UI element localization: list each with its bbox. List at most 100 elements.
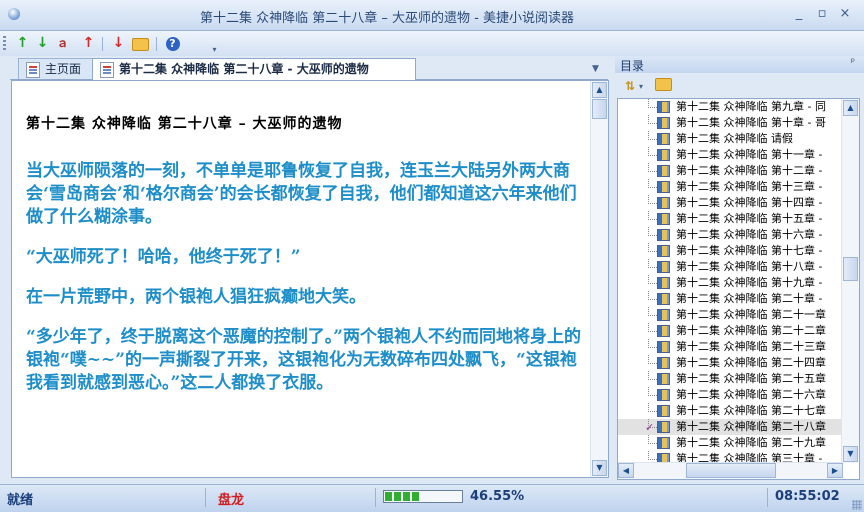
toolbar-grip[interactable] — [3, 36, 6, 52]
toc-item-label: 第十二集 众神降临 第十三章 - — [676, 180, 823, 193]
tree-connector — [648, 387, 657, 396]
help-icon[interactable]: ? — [164, 35, 181, 52]
minimize-button[interactable]: _ — [790, 6, 808, 22]
toc-item[interactable]: 第十二集 众神降临 第十二章 - — [618, 163, 844, 179]
resize-grip[interactable] — [852, 500, 862, 510]
toc-item-label: 第十二集 众神降临 第十章 - 哥 — [676, 116, 826, 129]
tree-connector — [648, 163, 657, 172]
scroll-thumb[interactable] — [592, 99, 607, 119]
reader-scrollbar[interactable]: ▲ ▼ — [590, 81, 608, 477]
scroll-down-arrow-icon[interactable]: ▼ — [843, 446, 858, 462]
toc-items: 第十二集 众神降临 第九章 - 同第十二集 众神降临 第十章 - 哥第十二集 众… — [618, 99, 844, 467]
toc-item[interactable]: 第十二集 众神降临 第二十二章 — [618, 323, 844, 339]
scroll-up-icon[interactable]: ↑ — [80, 35, 97, 52]
tab-chapter[interactable]: 第十二集 众神降临 第二十八章 - 大巫师的遗物 — [92, 58, 416, 81]
scroll-right-arrow-icon[interactable]: ▶ — [827, 463, 843, 478]
toc-item[interactable]: ✓ 第十二集 众神降临 第二十八章 — [618, 419, 844, 435]
toc-item-label: 第十二集 众神降临 第二十八章 — [676, 420, 826, 433]
chapter-book-icon — [657, 341, 670, 353]
toc-horizontal-scrollbar[interactable]: ◀ ▶ — [618, 462, 843, 479]
author-name: 盘龙 — [218, 493, 245, 508]
scroll-thumb[interactable] — [843, 257, 858, 281]
prev-green-down-icon[interactable]: ↓ — [34, 35, 51, 52]
reader-content: 第十二集 众神降临 第二十八章 – 大巫师的遗物 当大巫师陨落的一刻，不单单是耶… — [12, 81, 590, 477]
toolbar-separator — [102, 37, 103, 51]
toc-item[interactable]: 第十二集 众神降临 第十六章 - — [618, 227, 844, 243]
close-button[interactable]: × — [836, 6, 854, 22]
tree-connector — [648, 243, 657, 252]
status-separator — [767, 488, 768, 507]
chapter-book-icon — [657, 117, 670, 129]
toc-scrollbar[interactable]: ▲ ▼ — [841, 99, 859, 463]
paragraph: 在一片荒野中，两个银袍人猖狂疯癫地大笑。 — [26, 287, 366, 307]
scroll-left-arrow-icon[interactable]: ◀ — [618, 463, 634, 478]
toc-item-label: 第十二集 众神降临 第十四章 - — [676, 196, 823, 209]
toc-item[interactable]: 第十二集 众神降临 第二十一章 — [618, 307, 844, 323]
reading-progress-bar — [383, 490, 463, 503]
toc-item[interactable]: 第十二集 众神降临 第十三章 - — [618, 179, 844, 195]
tree-connector — [648, 403, 657, 412]
toc-item[interactable]: 第十二集 众神降临 请假 — [618, 131, 844, 147]
toc-item[interactable]: 第十二集 众神降临 第十四章 - — [618, 195, 844, 211]
maximize-button[interactable]: ▫ — [813, 6, 831, 22]
font-icon[interactable]: ａ — [54, 35, 71, 52]
toc-item[interactable]: 第十二集 众神降临 第二十六章 — [618, 387, 844, 403]
toc-item-label: 第十二集 众神降临 第二十章 - — [676, 292, 823, 305]
clock: 08:55:02 — [775, 489, 840, 504]
toc-item-label: 第十二集 众神降临 第二十三章 — [676, 340, 826, 353]
tree-connector — [648, 275, 657, 284]
pin-icon[interactable]: ᵖ — [851, 57, 855, 68]
tab-list-dropdown-icon[interactable]: ▼ — [592, 64, 599, 74]
toc-item[interactable]: 第十二集 众神降临 第十九章 - — [618, 275, 844, 291]
toc-item[interactable]: 第十二集 众神降临 第二十四章 — [618, 355, 844, 371]
toolbar-separator — [156, 37, 157, 51]
open-folder-icon[interactable] — [132, 35, 149, 52]
scroll-down-icon[interactable]: ↓ — [110, 35, 127, 52]
sort-icon[interactable]: ⇅ — [625, 79, 635, 93]
toc-header: 目录 ᵖ — [615, 56, 864, 73]
toc-item-label: 第十二集 众神降临 第二十九章 — [676, 436, 826, 449]
toc-title: 目录 — [620, 59, 645, 73]
toc-item[interactable]: 第十二集 众神降临 第二十七章 — [618, 403, 844, 419]
chapter-book-icon — [657, 405, 670, 417]
toc-item[interactable]: 第十二集 众神降临 第九章 - 同 — [618, 99, 844, 115]
toc-item-label: 第十二集 众神降临 第二十一章 — [676, 308, 826, 321]
toc-item-label: 第十二集 众神降临 第二十六章 — [676, 388, 826, 401]
toolbar-overflow-icon[interactable]: ▾ — [206, 41, 223, 58]
toc-item[interactable]: 第十二集 众神降临 第十七章 - — [618, 243, 844, 259]
chapter-book-icon — [657, 165, 670, 177]
chapter-book-icon — [657, 373, 670, 385]
tab-bar: 主页面 第十二集 众神降临 第二十八章 - 大巫师的遗物 — [10, 58, 608, 81]
toc-item[interactable]: 第十二集 众神降临 第二十三章 — [618, 339, 844, 355]
document-icon — [100, 62, 114, 78]
scroll-up-arrow-icon[interactable]: ▲ — [592, 82, 607, 98]
scroll-up-arrow-icon[interactable]: ▲ — [843, 100, 858, 116]
toc-item[interactable]: 第十二集 众神降临 第十五章 - — [618, 211, 844, 227]
open-folder-icon[interactable] — [655, 78, 672, 91]
chapter-book-icon — [657, 389, 670, 401]
tree-connector — [648, 227, 657, 236]
status-text: 就绪 — [7, 493, 34, 508]
paragraph: “大巫师死了！哈哈，他终于死了！” — [26, 247, 301, 267]
sort-dropdown-icon[interactable]: ▾ — [639, 82, 643, 91]
toc-list[interactable]: 第十二集 众神降临 第九章 - 同第十二集 众神降临 第十章 - 哥第十二集 众… — [617, 98, 860, 480]
toc-item[interactable]: 第十二集 众神降临 第十八章 - — [618, 259, 844, 275]
toc-item[interactable]: 第十二集 众神降临 第二十九章 — [618, 435, 844, 451]
toc-item[interactable]: 第十二集 众神降临 第二十章 - — [618, 291, 844, 307]
tree-connector — [648, 211, 657, 220]
scroll-down-arrow-icon[interactable]: ▼ — [592, 460, 607, 476]
status-bar: 就绪 盘龙 46.55% 08:55:02 — [0, 484, 864, 512]
chapter-book-icon — [657, 357, 670, 369]
tree-connector — [648, 147, 657, 156]
reader-pane[interactable]: 第十二集 众神降临 第二十八章 – 大巫师的遗物 当大巫师陨落的一刻，不单单是耶… — [11, 80, 609, 478]
toc-item-label: 第十二集 众神降临 第二十五章 — [676, 372, 826, 385]
chapter-book-icon — [657, 213, 670, 225]
toc-item[interactable]: 第十二集 众神降临 第十一章 - — [618, 147, 844, 163]
tree-connector — [648, 259, 657, 268]
scroll-thumb[interactable] — [686, 463, 776, 478]
toc-item[interactable]: 第十二集 众神降临 第十章 - 哥 — [618, 115, 844, 131]
title-bar: 第十二集 众神降临 第二十八章 – 大巫师的遗物 - 美捷小说阅读器 _ ▫ × — [0, 0, 864, 31]
toc-item[interactable]: 第十二集 众神降临 第二十五章 — [618, 371, 844, 387]
next-green-up-icon[interactable]: ↑ — [14, 35, 31, 52]
toc-item-label: 第十二集 众神降临 第二十四章 — [676, 356, 826, 369]
